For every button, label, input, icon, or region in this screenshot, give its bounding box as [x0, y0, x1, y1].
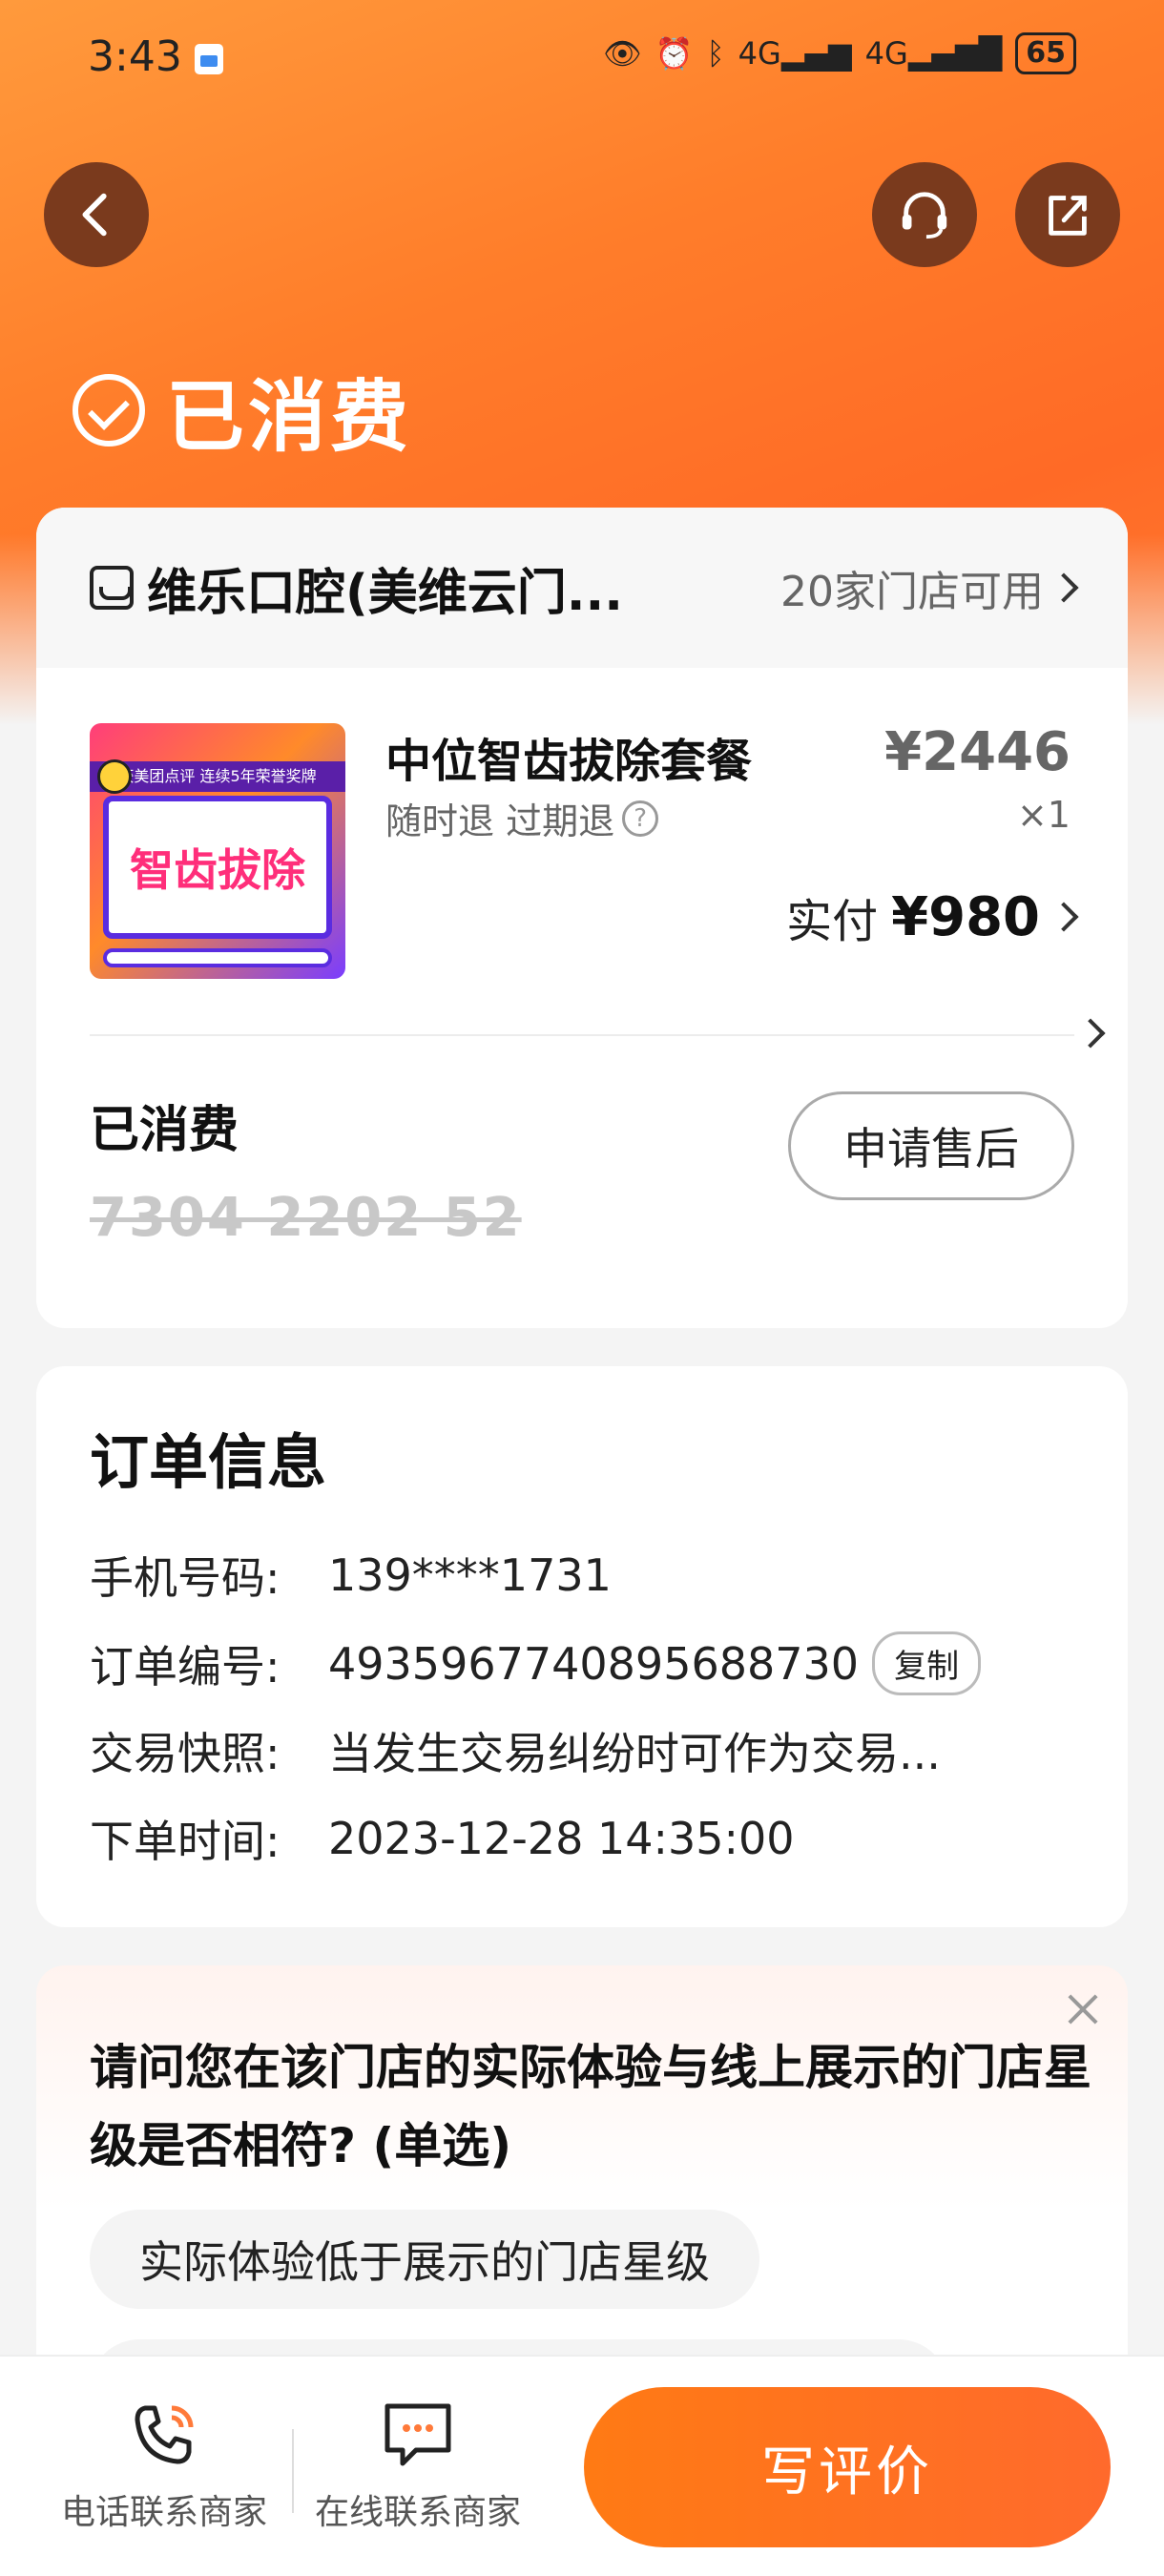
product-image-title: 智齿拔除	[130, 844, 305, 896]
eye-icon: 👁	[603, 35, 642, 72]
phone-row: 手机号码: 139****1731	[90, 1544, 612, 1607]
share-button[interactable]	[1015, 162, 1120, 267]
survey-question: 请问您在该门店的实际体验与线上展示的门店星级是否相符? (单选)	[90, 2040, 1091, 2173]
product-row[interactable]: 获美团点评 连续5年荣誉奖牌 智齿拔除 中位智齿拔除套餐 随时退 过期退 ? ¥…	[36, 668, 1128, 1049]
bottom-bar: 电话联系商家 在线联系商家 写评价	[0, 2355, 1164, 2576]
available-stores-link[interactable]: 20家门店可用	[780, 557, 1079, 618]
order-number-label: 订单编号:	[90, 1640, 281, 1693]
signal-1-icon: 4G▂▄▆	[738, 35, 852, 72]
status-title-text: 已消费	[166, 372, 413, 463]
product-name: 中位智齿拔除套餐	[385, 735, 753, 788]
write-review-button[interactable]: 写评价	[584, 2387, 1111, 2547]
product-image: 获美团点评 连续5年荣誉奖牌 智齿拔除	[90, 723, 345, 979]
close-icon[interactable]	[1059, 1986, 1107, 2034]
order-number-row: 订单编号: 4935967740895688730 复制	[90, 1631, 982, 1695]
check-circle-icon	[73, 373, 145, 447]
status-icons: 👁 ⏰ ᛒ 4G▂▄▆ 4G▂▄▆█ 65	[603, 32, 1076, 74]
paid-amount: ¥980	[891, 885, 1040, 948]
divider	[90, 1034, 1074, 1036]
order-time-row: 下单时间: 2023-12-28 14:35:00	[90, 1807, 795, 1870]
alarm-icon: ⏰	[655, 35, 694, 72]
product-quantity: ×1	[1016, 794, 1070, 836]
battery-icon: 65	[1015, 32, 1076, 74]
chat-icon	[385, 2403, 451, 2466]
help-icon[interactable]: ?	[622, 800, 659, 837]
order-time-value: 2023-12-28 14:35:00	[328, 1813, 795, 1864]
order-status-title: 已消费	[73, 353, 412, 467]
coupon-status: 已消费	[90, 1102, 239, 1159]
share-icon	[1049, 196, 1087, 236]
chevron-right-icon	[1049, 572, 1079, 603]
status-bar: 3:43 👁 ⏰ ᛒ 4G▂▄▆ 4G▂▄▆█ 65	[0, 0, 1164, 114]
refund-policy: 随时退 过期退 ?	[385, 792, 659, 844]
snapshot-label: 交易快照:	[90, 1728, 281, 1779]
bluetooth-icon: ᛒ	[706, 35, 725, 72]
chat-merchant-label: 在线联系商家	[314, 2493, 521, 2532]
product-image-frame: 智齿拔除	[103, 796, 332, 939]
order-info-card: 订单信息 手机号码: 139****1731 订单编号: 49359677408…	[36, 1366, 1128, 1927]
call-merchant-button[interactable]: 电话联系商家	[53, 2395, 275, 2534]
back-button[interactable]	[44, 162, 149, 267]
paid-label: 实付	[786, 895, 879, 948]
order-number-value: 4935967740895688730	[328, 1637, 860, 1690]
product-price: ¥2446	[884, 721, 1070, 783]
bottom-separator	[292, 2429, 294, 2513]
after-sale-button[interactable]: 申请售后	[788, 1091, 1074, 1200]
back-arrow-icon	[82, 193, 107, 237]
chevron-right-icon	[1049, 902, 1079, 932]
signal-2-icon: 4G▂▄▆█	[864, 35, 1003, 72]
coupon-code: 7304 2202 52	[90, 1187, 522, 1249]
store-name: 维乐口腔(美维云门...	[147, 564, 624, 622]
call-merchant-label: 电话联系商家	[60, 2493, 267, 2532]
product-image-bar	[103, 948, 332, 967]
available-stores-label: 20家门店可用	[780, 568, 1044, 616]
store-header[interactable]: 维乐口腔(美维云门... 20家门店可用	[36, 508, 1128, 668]
smile-icon	[97, 759, 132, 794]
customer-service-button[interactable]	[872, 162, 977, 267]
order-time-label: 下单时间:	[90, 1816, 281, 1867]
headset-icon	[902, 192, 947, 239]
refund-policy-text: 随时退 过期退	[385, 800, 615, 842]
survey-option-1[interactable]: 实际体验低于展示的门店星级	[90, 2210, 759, 2309]
store-icon	[90, 566, 134, 610]
snapshot-row[interactable]: 交易快照: 当发生交易纠纷时可作为交易...	[90, 1719, 1015, 1782]
copy-button[interactable]: 复制	[872, 1631, 982, 1695]
phone-value: 139****1731	[328, 1549, 612, 1601]
chat-merchant-button[interactable]: 在线联系商家	[307, 2395, 529, 2534]
product-card: 维乐口腔(美维云门... 20家门店可用 获美团点评 连续5年荣誉奖牌 智齿拔除…	[36, 508, 1128, 1328]
calendar-icon	[195, 44, 223, 74]
snapshot-value: 当发生交易纠纷时可作为交易...	[328, 1728, 941, 1779]
phone-icon	[135, 2405, 194, 2464]
phone-label: 手机号码:	[90, 1552, 281, 1604]
paid-amount-link[interactable]: 实付 ¥980	[786, 883, 1079, 950]
order-info-title: 订单信息	[90, 1427, 327, 1497]
status-time: 3:43	[88, 32, 182, 81]
